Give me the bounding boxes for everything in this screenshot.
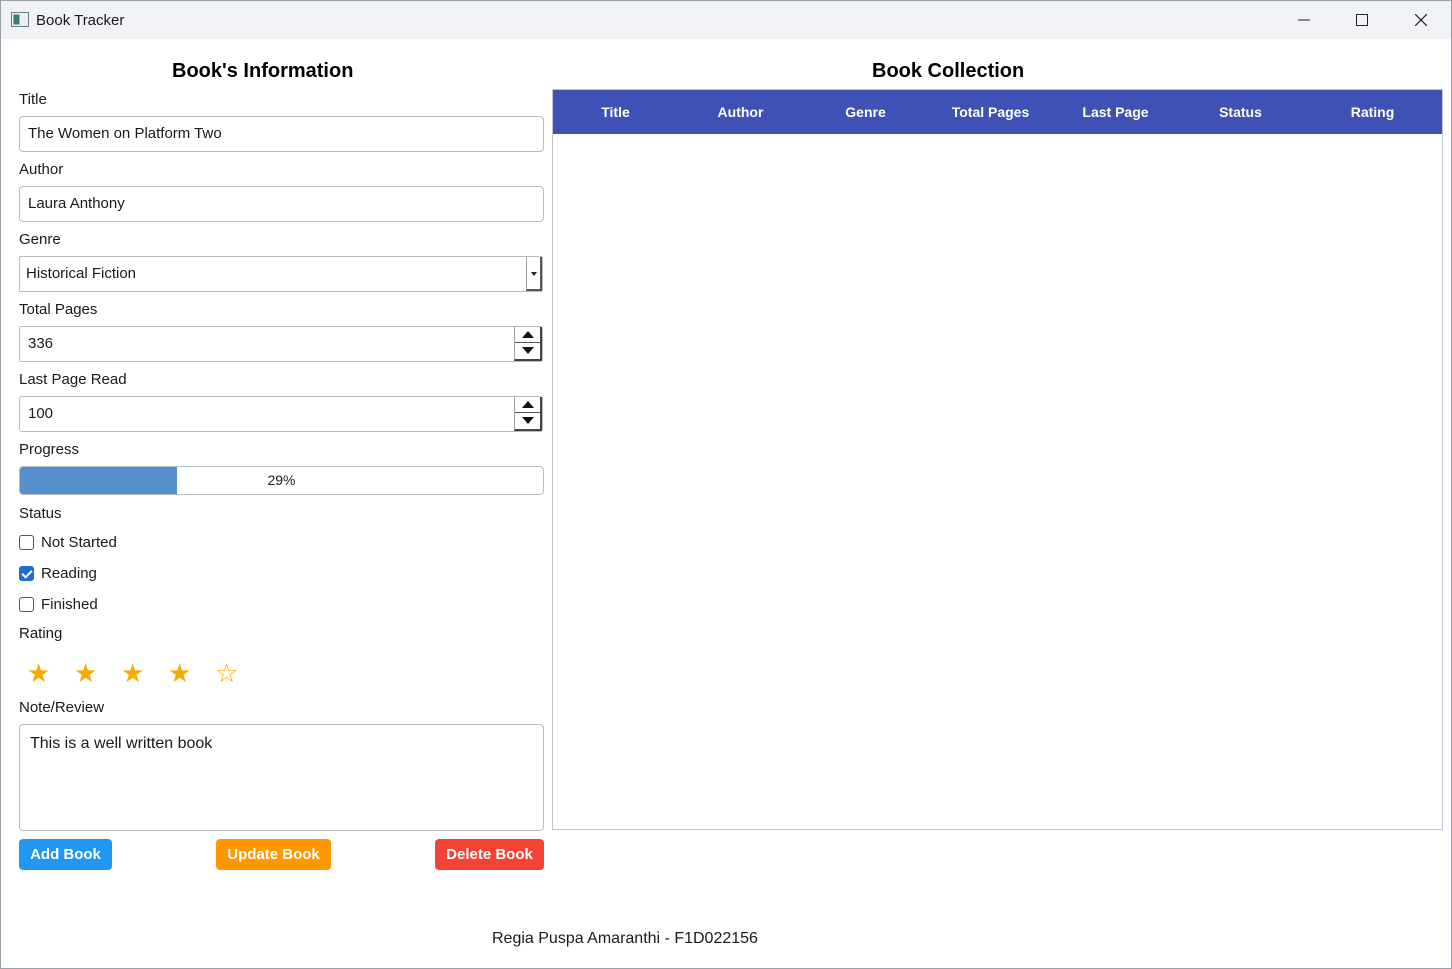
star-filled-icon[interactable]: ★ xyxy=(121,658,168,688)
spin-up-icon[interactable] xyxy=(515,327,541,343)
rating-label: Rating xyxy=(19,625,63,642)
status-not-started[interactable]: Not Started xyxy=(19,532,117,552)
genre-select[interactable]: Historical Fiction xyxy=(19,256,543,292)
last-page-value: 100 xyxy=(28,405,54,422)
maximize-icon xyxy=(1356,14,1368,26)
last-page-label: Last Page Read xyxy=(19,371,127,388)
spin-down-icon[interactable] xyxy=(515,413,541,429)
progress-label: Progress xyxy=(19,441,80,458)
author-label: Author xyxy=(19,161,64,178)
spin-up-icon[interactable] xyxy=(515,397,541,413)
progress-bar: 29% xyxy=(19,466,544,495)
last-page-spin-buttons xyxy=(514,397,542,431)
minimize-icon xyxy=(1298,19,1310,21)
genre-selected-value: Historical Fiction xyxy=(26,265,137,282)
status-option-label: Not Started xyxy=(41,533,117,551)
status-option-label: Reading xyxy=(41,564,97,582)
note-textarea[interactable]: This is a well written book xyxy=(19,724,544,831)
title-bar[interactable]: Book Tracker xyxy=(1,1,1451,39)
title-input[interactable]: The Women on Platform Two xyxy=(19,116,544,152)
app-icon xyxy=(11,12,29,27)
column-header-rating[interactable]: Rating xyxy=(1303,104,1442,120)
checkbox-reading[interactable] xyxy=(19,565,34,581)
book-collection-table[interactable]: Title Author Genre Total Pages Last Page… xyxy=(552,89,1443,830)
window-title: Book Tracker xyxy=(36,12,125,29)
close-icon xyxy=(1415,14,1427,26)
column-header-author[interactable]: Author xyxy=(678,104,803,120)
star-filled-icon[interactable]: ★ xyxy=(27,658,74,688)
progress-percent: 29% xyxy=(267,472,296,488)
total-pages-label: Total Pages xyxy=(19,301,98,318)
minimize-button[interactable] xyxy=(1275,1,1333,39)
star-empty-icon[interactable]: ☆ xyxy=(215,658,262,688)
star-filled-icon[interactable]: ★ xyxy=(74,658,121,688)
spin-down-icon[interactable] xyxy=(515,343,541,359)
author-input[interactable]: Laura Anthony xyxy=(19,186,544,222)
app-window: Book Tracker Book's Information Title Th… xyxy=(0,0,1452,969)
column-header-genre[interactable]: Genre xyxy=(803,104,928,120)
column-header-total-pages[interactable]: Total Pages xyxy=(928,104,1053,120)
close-button[interactable] xyxy=(1392,1,1450,39)
status-label: Status xyxy=(19,505,62,522)
genre-label: Genre xyxy=(19,231,61,248)
update-book-button[interactable]: Update Book xyxy=(216,839,331,870)
column-header-status[interactable]: Status xyxy=(1178,104,1303,120)
column-header-last-page[interactable]: Last Page xyxy=(1053,104,1178,120)
delete-book-button[interactable]: Delete Book xyxy=(435,839,544,870)
book-collection-heading: Book Collection xyxy=(872,60,1025,82)
column-header-title[interactable]: Title xyxy=(553,104,678,120)
footer-credit: Regia Puspa Amaranthi - F1D022156 xyxy=(492,930,758,947)
maximize-button[interactable] xyxy=(1333,1,1391,39)
add-book-button[interactable]: Add Book xyxy=(19,839,112,870)
total-pages-spinbox[interactable]: 336 xyxy=(19,326,543,362)
checkbox-finished[interactable] xyxy=(19,596,34,612)
note-label: Note/Review xyxy=(19,699,105,716)
status-option-label: Finished xyxy=(41,595,98,613)
star-filled-icon[interactable]: ★ xyxy=(168,658,215,688)
status-reading[interactable]: Reading xyxy=(19,563,97,583)
last-page-spinbox[interactable]: 100 xyxy=(19,396,543,432)
rating-stars: ★ ★ ★ ★ ☆ xyxy=(27,658,262,688)
dropdown-arrow-icon[interactable] xyxy=(526,257,542,291)
checkbox-not-started[interactable] xyxy=(19,534,34,550)
total-pages-spin-buttons xyxy=(514,327,542,361)
total-pages-value: 336 xyxy=(28,335,54,352)
title-label: Title xyxy=(19,91,47,108)
book-info-heading: Book's Information xyxy=(172,60,354,82)
status-finished[interactable]: Finished xyxy=(19,594,98,614)
table-header: Title Author Genre Total Pages Last Page… xyxy=(553,90,1442,134)
